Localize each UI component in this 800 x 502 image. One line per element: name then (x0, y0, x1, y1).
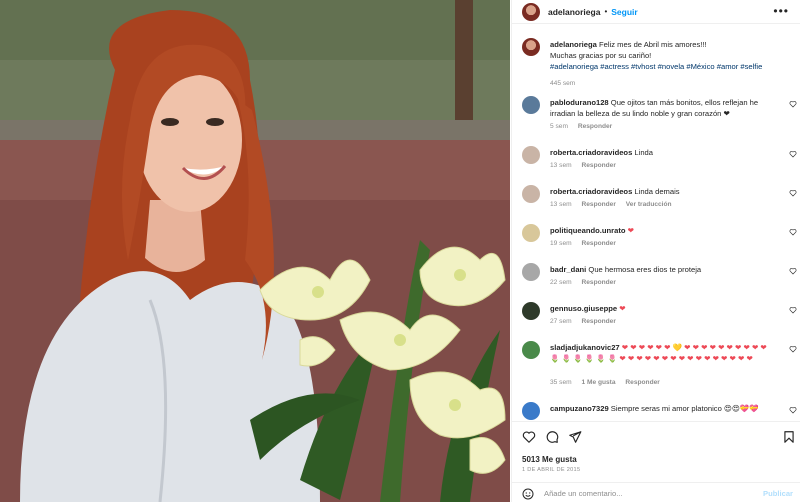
comment-meta: 19 sem Responder (550, 240, 624, 247)
heart-icon[interactable] (789, 306, 797, 314)
commenter-username[interactable]: pablodurano128 (550, 98, 609, 107)
share-icon[interactable] (568, 430, 582, 444)
comment-meta: 5 sem Responder (550, 123, 620, 130)
comment-body: Linda demais (634, 187, 680, 196)
comment-item: roberta.criadoravideos Linda 13 sem Resp… (522, 146, 797, 178)
reply-button[interactable]: Responder (578, 123, 612, 130)
comment-meta: 22 sem Responder (550, 279, 624, 286)
caption-text: adelanoriega Feliz mes de Abril mis amor… (550, 39, 778, 72)
comment-icon[interactable] (545, 430, 559, 444)
see-translation-button[interactable]: Ver traducción (626, 201, 672, 208)
commenter-avatar[interactable] (522, 224, 540, 242)
commenter-avatar[interactable] (522, 146, 540, 164)
caption-username[interactable]: adelanoriega (550, 40, 597, 49)
comment-time: 5 sem (550, 123, 568, 130)
commenter-avatar[interactable] (522, 302, 540, 320)
comment-text: pablodurano128 Que ojitos tan más bonito… (550, 97, 778, 119)
follow-button[interactable]: Seguir (611, 7, 637, 17)
comment-time: 35 sem (550, 379, 572, 386)
caption-hashtags[interactable]: #adelanoriega #actress #tvhost #novela #… (550, 62, 762, 71)
reply-button[interactable]: Responder (625, 379, 659, 386)
heart-icon[interactable] (522, 430, 536, 444)
heart-icon[interactable] (789, 267, 797, 275)
caption-line-2: Muchas gracias por su cariño! (550, 51, 652, 60)
commenter-avatar[interactable] (522, 185, 540, 203)
commenter-username[interactable]: politiqueando.unrato (550, 226, 626, 235)
post-header: adelanoriega • Seguir ••• (512, 0, 800, 24)
publish-button[interactable]: Publicar (763, 489, 793, 498)
reply-button[interactable]: Responder (581, 318, 615, 325)
comment-time: 22 sem (550, 279, 572, 286)
comment-text: roberta.criadoravideos Linda demais (550, 186, 778, 197)
reply-button[interactable]: Responder (581, 201, 615, 208)
reply-button[interactable]: Responder (581, 240, 615, 247)
more-icon[interactable]: ••• (773, 5, 789, 17)
comment-meta: 35 sem 1 Me gusta Responder (550, 379, 668, 386)
comment-time: 27 sem (550, 318, 572, 325)
author-avatar[interactable] (522, 2, 540, 21)
smile-icon[interactable] (522, 488, 534, 500)
bookmark-icon[interactable] (782, 430, 796, 444)
heart-icon[interactable] (789, 345, 797, 353)
post-photo-illustration (0, 0, 510, 502)
reply-button[interactable]: Responder (581, 279, 615, 286)
caption-item: adelanoriega Feliz mes de Abril mis amor… (522, 38, 797, 87)
comment-text: gennuso.giuseppe ❤ (550, 303, 778, 314)
comment-item: gennuso.giuseppe ❤ 27 sem Responder (522, 302, 797, 334)
comment-item: campuzano7329 Siempre seras mi amor plat… (522, 402, 797, 420)
caption-time: 445 sem (550, 80, 576, 87)
comment-item: pablodurano128 Que ojitos tan más bonito… (522, 96, 797, 136)
comment-body: ❤ (627, 226, 635, 235)
commenter-avatar[interactable] (522, 263, 540, 281)
like-count[interactable]: 5013 Me gusta (522, 455, 577, 464)
heart-icon[interactable] (789, 150, 797, 158)
comment-time: 13 sem (550, 201, 572, 208)
comments-list[interactable]: adelanoriega Feliz mes de Abril mis amor… (512, 32, 800, 420)
comment-item: roberta.criadoravideos Linda demais 13 s… (522, 185, 797, 217)
comment-text: campuzano7329 Siempre seras mi amor plat… (550, 403, 778, 414)
comment-meta: 13 sem Responder (550, 162, 624, 169)
comment-body: ❤ (619, 304, 626, 313)
commenter-username[interactable]: badr_dani (550, 265, 586, 274)
comment-item: badr_dani Que hermosa eres dios te prote… (522, 263, 797, 295)
reply-button[interactable]: Responder (581, 162, 615, 169)
comment-item: politiqueando.unrato ❤ 19 sem Responder (522, 224, 797, 256)
comment-body: Linda (634, 148, 654, 157)
comment-text: badr_dani Que hermosa eres dios te prote… (550, 264, 778, 275)
commenter-username[interactable]: roberta.criadoravideos (550, 148, 632, 157)
caption-line-1: Feliz mes de Abril mis amores!!! (598, 40, 707, 49)
author-avatar[interactable] (522, 38, 540, 56)
commenter-avatar[interactable] (522, 402, 540, 420)
comment-text: roberta.criadoravideos Linda (550, 147, 778, 158)
add-comment-bar: Publicar (512, 482, 800, 502)
commenter-username[interactable]: campuzano7329 (550, 404, 609, 413)
post-photo[interactable] (0, 0, 510, 502)
commenter-username[interactable]: gennuso.giuseppe (550, 304, 617, 313)
caption-meta: 445 sem (550, 80, 583, 87)
commenter-username[interactable]: sladjadjukanovic27 (550, 343, 620, 352)
separator-dot: • (604, 7, 608, 16)
comment-time: 13 sem (550, 162, 572, 169)
comment-meta: 27 sem Responder (550, 318, 624, 325)
comment-body: Siempre seras mi amor platonico 😍😍💝💝 (610, 404, 759, 413)
comment-like-count[interactable]: 1 Me gusta (581, 379, 615, 386)
heart-icon[interactable] (789, 189, 797, 197)
comment-body: Que hermosa eres dios te proteja (588, 265, 702, 274)
commenter-avatar[interactable] (522, 96, 540, 114)
comment-time: 19 sem (550, 240, 572, 247)
commenter-avatar[interactable] (522, 341, 540, 359)
commenter-username[interactable]: roberta.criadoravideos (550, 187, 632, 196)
post-detail-panel: adelanoriega • Seguir ••• adelanoriega F… (511, 0, 800, 502)
post-actions: 5013 Me gusta 1 DE ABRIL DE 2015 Publica… (512, 421, 800, 502)
author-username[interactable]: adelanoriega (548, 7, 600, 17)
comment-text: politiqueando.unrato ❤ (550, 225, 778, 236)
comment-item: sladjadjukanovic27 ❤ ❤ ❤ ❤ ❤ ❤ 💛 ❤ ❤ ❤ ❤… (522, 341, 797, 397)
heart-icon[interactable] (789, 406, 797, 414)
heart-icon[interactable] (789, 228, 797, 236)
heart-icon[interactable] (789, 100, 797, 108)
comment-input[interactable] (544, 487, 744, 500)
post-date: 1 DE ABRIL DE 2015 (522, 467, 581, 473)
comment-meta: 13 sem Responder Ver traducción (550, 201, 680, 208)
comment-text: sladjadjukanovic27 ❤ ❤ ❤ ❤ ❤ ❤ 💛 ❤ ❤ ❤ ❤… (550, 342, 770, 364)
